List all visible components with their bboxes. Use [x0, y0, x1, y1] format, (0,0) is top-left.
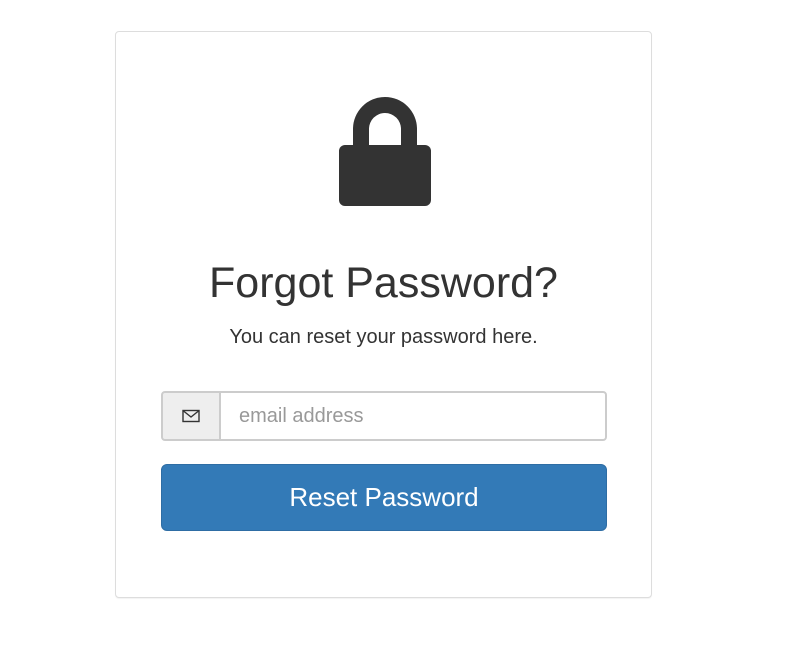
lock-icon: [338, 93, 432, 207]
reset-password-button[interactable]: Reset Password: [161, 464, 607, 531]
page-title: Forgot Password?: [209, 259, 558, 307]
email-input-group: [161, 391, 607, 441]
envelope-icon: [161, 391, 220, 441]
email-field[interactable]: [220, 391, 607, 441]
forgot-password-panel: Forgot Password? You can reset your pass…: [115, 31, 652, 598]
page-subtitle: You can reset your password here.: [229, 326, 538, 348]
